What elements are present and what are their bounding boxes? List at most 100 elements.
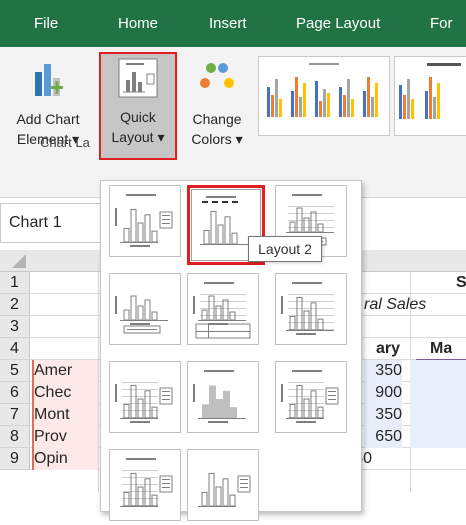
- tab-page-layout[interactable]: Page Layout: [296, 0, 380, 47]
- thumbnail-bar: [425, 91, 428, 119]
- thumbnail-shape: [122, 477, 158, 478]
- cell-a7[interactable]: Mont: [34, 404, 98, 426]
- thumbnail-shape: [137, 486, 144, 507]
- thumbnail-bar: [339, 87, 342, 117]
- thumbnail-shape: [310, 211, 317, 233]
- thumbnail-shape: [193, 296, 195, 314]
- thumbnail-shape: [162, 483, 170, 484]
- change-colors-label-1: Change: [192, 111, 242, 127]
- thumbnail-shape: [151, 406, 158, 419]
- thumbnail-bar: [351, 99, 354, 117]
- thumbnail-shape: [198, 418, 246, 419]
- layout-option-6[interactable]: [275, 273, 347, 345]
- cell-a9[interactable]: Opin: [34, 448, 98, 470]
- chart-style-2[interactable]: [394, 56, 466, 136]
- thumbnail-shape: [328, 391, 336, 392]
- cell-c5-c8[interactable]: [410, 360, 466, 448]
- layout-thumbnail: [281, 370, 339, 423]
- thumbnail-shape: [162, 391, 170, 392]
- thumbnail-shape: [122, 491, 158, 492]
- cell-a6[interactable]: Chec: [34, 382, 98, 404]
- cell-a8[interactable]: Prov: [34, 426, 98, 448]
- thumbnail-bar: [295, 77, 298, 117]
- layout-option-9[interactable]: [275, 361, 347, 433]
- row-header[interactable]: 2: [0, 294, 30, 316]
- thumbnail-shape: [122, 389, 158, 390]
- layout-option-5[interactable]: [187, 273, 259, 345]
- layout-thumbnail: [281, 282, 334, 335]
- row-header[interactable]: 5: [0, 360, 30, 382]
- thumbnail-bar: [437, 83, 440, 119]
- thumbnail-shape: [137, 398, 144, 419]
- row-header[interactable]: 4: [0, 338, 30, 360]
- thumbnail-shape: [130, 384, 137, 419]
- thumbnail-shape: [317, 406, 324, 419]
- row-header[interactable]: 9: [0, 448, 30, 470]
- thumbnail-shape: [193, 384, 195, 402]
- tab-home[interactable]: Home: [118, 0, 158, 47]
- thumbnail-shape: [292, 282, 322, 284]
- thumbnail-shape: [162, 219, 170, 220]
- thumbnail-shape: [222, 299, 229, 321]
- thumbnail-shape: [292, 370, 322, 372]
- cell-b6[interactable]: 900: [364, 382, 402, 404]
- layout-option-7[interactable]: [109, 361, 181, 433]
- thumbnail-bar: [375, 83, 378, 117]
- thumbnail-bar: [323, 89, 326, 117]
- cell-b7[interactable]: 350: [364, 404, 402, 426]
- chart-style-1[interactable]: [258, 56, 390, 136]
- thumbnail-shape: [151, 311, 158, 321]
- thumbnail-shape: [288, 301, 334, 302]
- row-header[interactable]: 1: [0, 272, 30, 294]
- tab-file[interactable]: File: [34, 0, 58, 47]
- thumbnail-bar: [407, 79, 410, 119]
- row-header[interactable]: 3: [0, 316, 30, 338]
- thumbnail-shape: [210, 210, 217, 245]
- thumbnail-shape: [122, 484, 158, 485]
- layout-option-11[interactable]: [187, 449, 259, 521]
- thumbnail-bar: [403, 95, 406, 119]
- thumbnail-shape: [206, 196, 236, 198]
- thumbnail-bar: [291, 91, 294, 117]
- thumbnail-shape: [288, 396, 324, 397]
- row-header[interactable]: 7: [0, 404, 30, 426]
- cell-header-january[interactable]: ary: [364, 338, 400, 360]
- thumbnail-shape: [201, 491, 208, 507]
- quick-layout-button[interactable]: Quick Layout ▾: [99, 52, 177, 160]
- cell-a5[interactable]: Amer: [34, 360, 98, 382]
- layout-option-10[interactable]: [109, 449, 181, 521]
- thumbnail-shape: [310, 302, 317, 331]
- thumbnail-shape: [208, 421, 228, 423]
- cell-header-march[interactable]: Ma: [430, 338, 452, 360]
- thumbnail-shape: [286, 232, 334, 233]
- cell-b5[interactable]: 350: [364, 360, 402, 382]
- cell-b8[interactable]: 650: [364, 426, 402, 448]
- chart-style-2-thumbnail: [399, 63, 461, 119]
- name-box[interactable]: Chart 1: [0, 203, 110, 243]
- add-chart-element-label-1: Add Chart: [16, 111, 80, 127]
- thumbnail-bar: [267, 87, 270, 117]
- tab-insert[interactable]: Insert: [209, 0, 247, 47]
- thumbnail-shape: [130, 208, 137, 243]
- row-header[interactable]: 8: [0, 426, 30, 448]
- cell-title[interactable]: S: [456, 272, 466, 294]
- thumbnail-shape: [130, 472, 137, 507]
- thumbnail-shape: [144, 214, 151, 243]
- thumbnail-shape: [123, 227, 130, 243]
- layout-thumbnail: [198, 472, 251, 507]
- quick-layout-label-1: Quick: [120, 109, 156, 125]
- layout-option-8[interactable]: [187, 361, 259, 433]
- thumbnail-shape: [122, 498, 158, 499]
- change-colors-button[interactable]: Change Colors ▾: [182, 52, 252, 160]
- layout-option-4[interactable]: [109, 273, 181, 345]
- thumbnail-shape: [289, 403, 296, 419]
- row-header[interactable]: 6: [0, 382, 30, 404]
- quick-layout-icon: [118, 58, 158, 98]
- thumbnail-shape: [202, 201, 208, 203]
- cell-subtitle[interactable]: ral Sales: [364, 294, 426, 316]
- thumbnail-shape: [127, 329, 157, 330]
- thumbnail-shape: [204, 282, 234, 284]
- layout-option-1[interactable]: [109, 185, 181, 257]
- tab-formulas[interactable]: For: [430, 0, 453, 47]
- thumbnail-shape: [137, 222, 144, 243]
